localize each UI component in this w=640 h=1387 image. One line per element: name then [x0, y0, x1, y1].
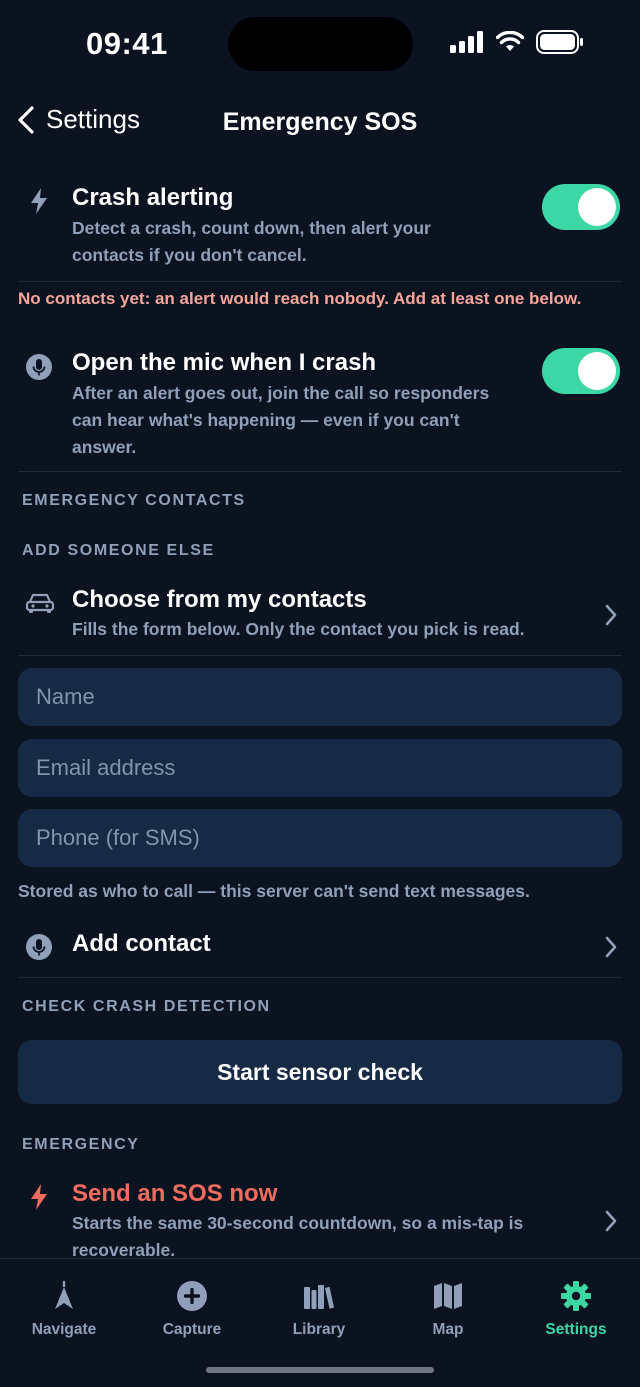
tab-label: Navigate: [31, 1321, 97, 1338]
send-sos-subtitle-line: Starts the same 30-second countdown, so …: [72, 1213, 524, 1233]
tab-settings[interactable]: Settings: [521, 1279, 631, 1339]
send-sos-row[interactable]: Send an SOS now Starts the same 30-secon…: [18, 1176, 622, 1256]
add-contact-label: Add contact: [72, 930, 211, 957]
crash-alerting-subtitle-line: contacts if you don't cancel.: [72, 245, 307, 265]
home-indicator[interactable]: [206, 1367, 434, 1373]
phone-input[interactable]: [18, 809, 622, 867]
tab-label: Capture: [162, 1321, 222, 1338]
gear-icon: [521, 1279, 631, 1313]
divider: [18, 281, 622, 282]
status-time: 09:41: [86, 26, 168, 61]
tab-navigate[interactable]: Navigate: [9, 1279, 119, 1339]
map-icon: [393, 1279, 503, 1313]
email-input[interactable]: [18, 739, 622, 797]
bolt-icon: [24, 186, 54, 216]
crash-alerting-title: Crash alerting: [72, 184, 234, 211]
cellular-signal-icon: [450, 31, 483, 53]
send-sos-title: Send an SOS now: [72, 1180, 278, 1207]
choose-contacts-subtitle: Fills the form below. Only the contact y…: [72, 619, 525, 639]
send-sos-subtitle: Starts the same 30-second countdown, so …: [72, 1210, 523, 1256]
car-icon: [24, 588, 56, 618]
tab-label: Library: [292, 1321, 346, 1338]
page-title: Emergency SOS: [222, 108, 418, 136]
name-input[interactable]: [18, 668, 622, 726]
choose-contacts-title: Choose from my contacts: [72, 586, 367, 613]
send-sos-subtitle-line: recoverable.: [72, 1240, 176, 1256]
battery-icon: [536, 30, 583, 54]
crash-alerting-toggle[interactable]: [542, 184, 620, 230]
open-mic-subtitle-line: answer.: [72, 437, 137, 457]
dynamic-island: [228, 17, 413, 71]
add-contact-row[interactable]: Add contact: [18, 924, 622, 970]
divider: [18, 655, 622, 656]
open-mic-toggle[interactable]: [542, 348, 620, 394]
toggle-knob: [578, 188, 616, 226]
open-mic-row: Open the mic when I crash After an alert…: [18, 344, 622, 464]
nav-header: Settings Emergency SOS: [0, 96, 640, 148]
section-check-crash-detection: CHECK CRASH DETECTION: [22, 998, 271, 1015]
divider: [18, 977, 622, 978]
status-bar: 09:41: [0, 0, 640, 90]
wifi-icon: [496, 31, 524, 51]
phone-hint: Stored as who to call — this server can'…: [18, 881, 530, 901]
no-contacts-warning: No contacts yet: an alert would reach no…: [18, 289, 582, 308]
open-mic-title: Open the mic when I crash: [72, 349, 377, 376]
chevron-right-icon: [605, 936, 617, 958]
chevron-right-icon: [605, 1210, 617, 1232]
choose-contacts-row[interactable]: Choose from my contacts Fills the form b…: [18, 582, 622, 648]
microphone-icon: [24, 352, 54, 382]
divider: [18, 471, 622, 472]
section-emergency: EMERGENCY: [22, 1136, 140, 1153]
tab-label: Settings: [545, 1321, 607, 1338]
toggle-knob: [578, 352, 616, 390]
books-icon: [264, 1279, 374, 1313]
open-mic-subtitle-line: After an alert goes out, join the call s…: [72, 383, 490, 403]
tab-map[interactable]: Map: [393, 1279, 503, 1339]
tab-library[interactable]: Library: [264, 1279, 374, 1339]
crash-alerting-subtitle: Detect a crash, count down, then alert y…: [72, 215, 431, 269]
chevron-right-icon: [605, 604, 617, 626]
crash-alerting-subtitle-line: Detect a crash, count down, then alert y…: [72, 218, 431, 238]
tab-label: Map: [432, 1321, 464, 1338]
section-add-someone-else: ADD SOMEONE ELSE: [22, 542, 215, 559]
plus-circle-icon: [137, 1279, 247, 1313]
start-sensor-check-button[interactable]: Start sensor check: [18, 1040, 622, 1104]
status-icons: [450, 30, 584, 54]
open-mic-subtitle-line: can hear what's happening — even if you …: [72, 410, 460, 430]
open-mic-subtitle: After an alert goes out, join the call s…: [72, 380, 489, 461]
tab-capture[interactable]: Capture: [137, 1279, 247, 1339]
navigate-icon: [9, 1279, 119, 1313]
microphone-icon: [24, 932, 54, 962]
section-emergency-contacts: EMERGENCY CONTACTS: [22, 492, 246, 509]
bolt-icon: [24, 1182, 54, 1212]
crash-alerting-row: Crash alerting Detect a crash, count dow…: [18, 178, 622, 274]
